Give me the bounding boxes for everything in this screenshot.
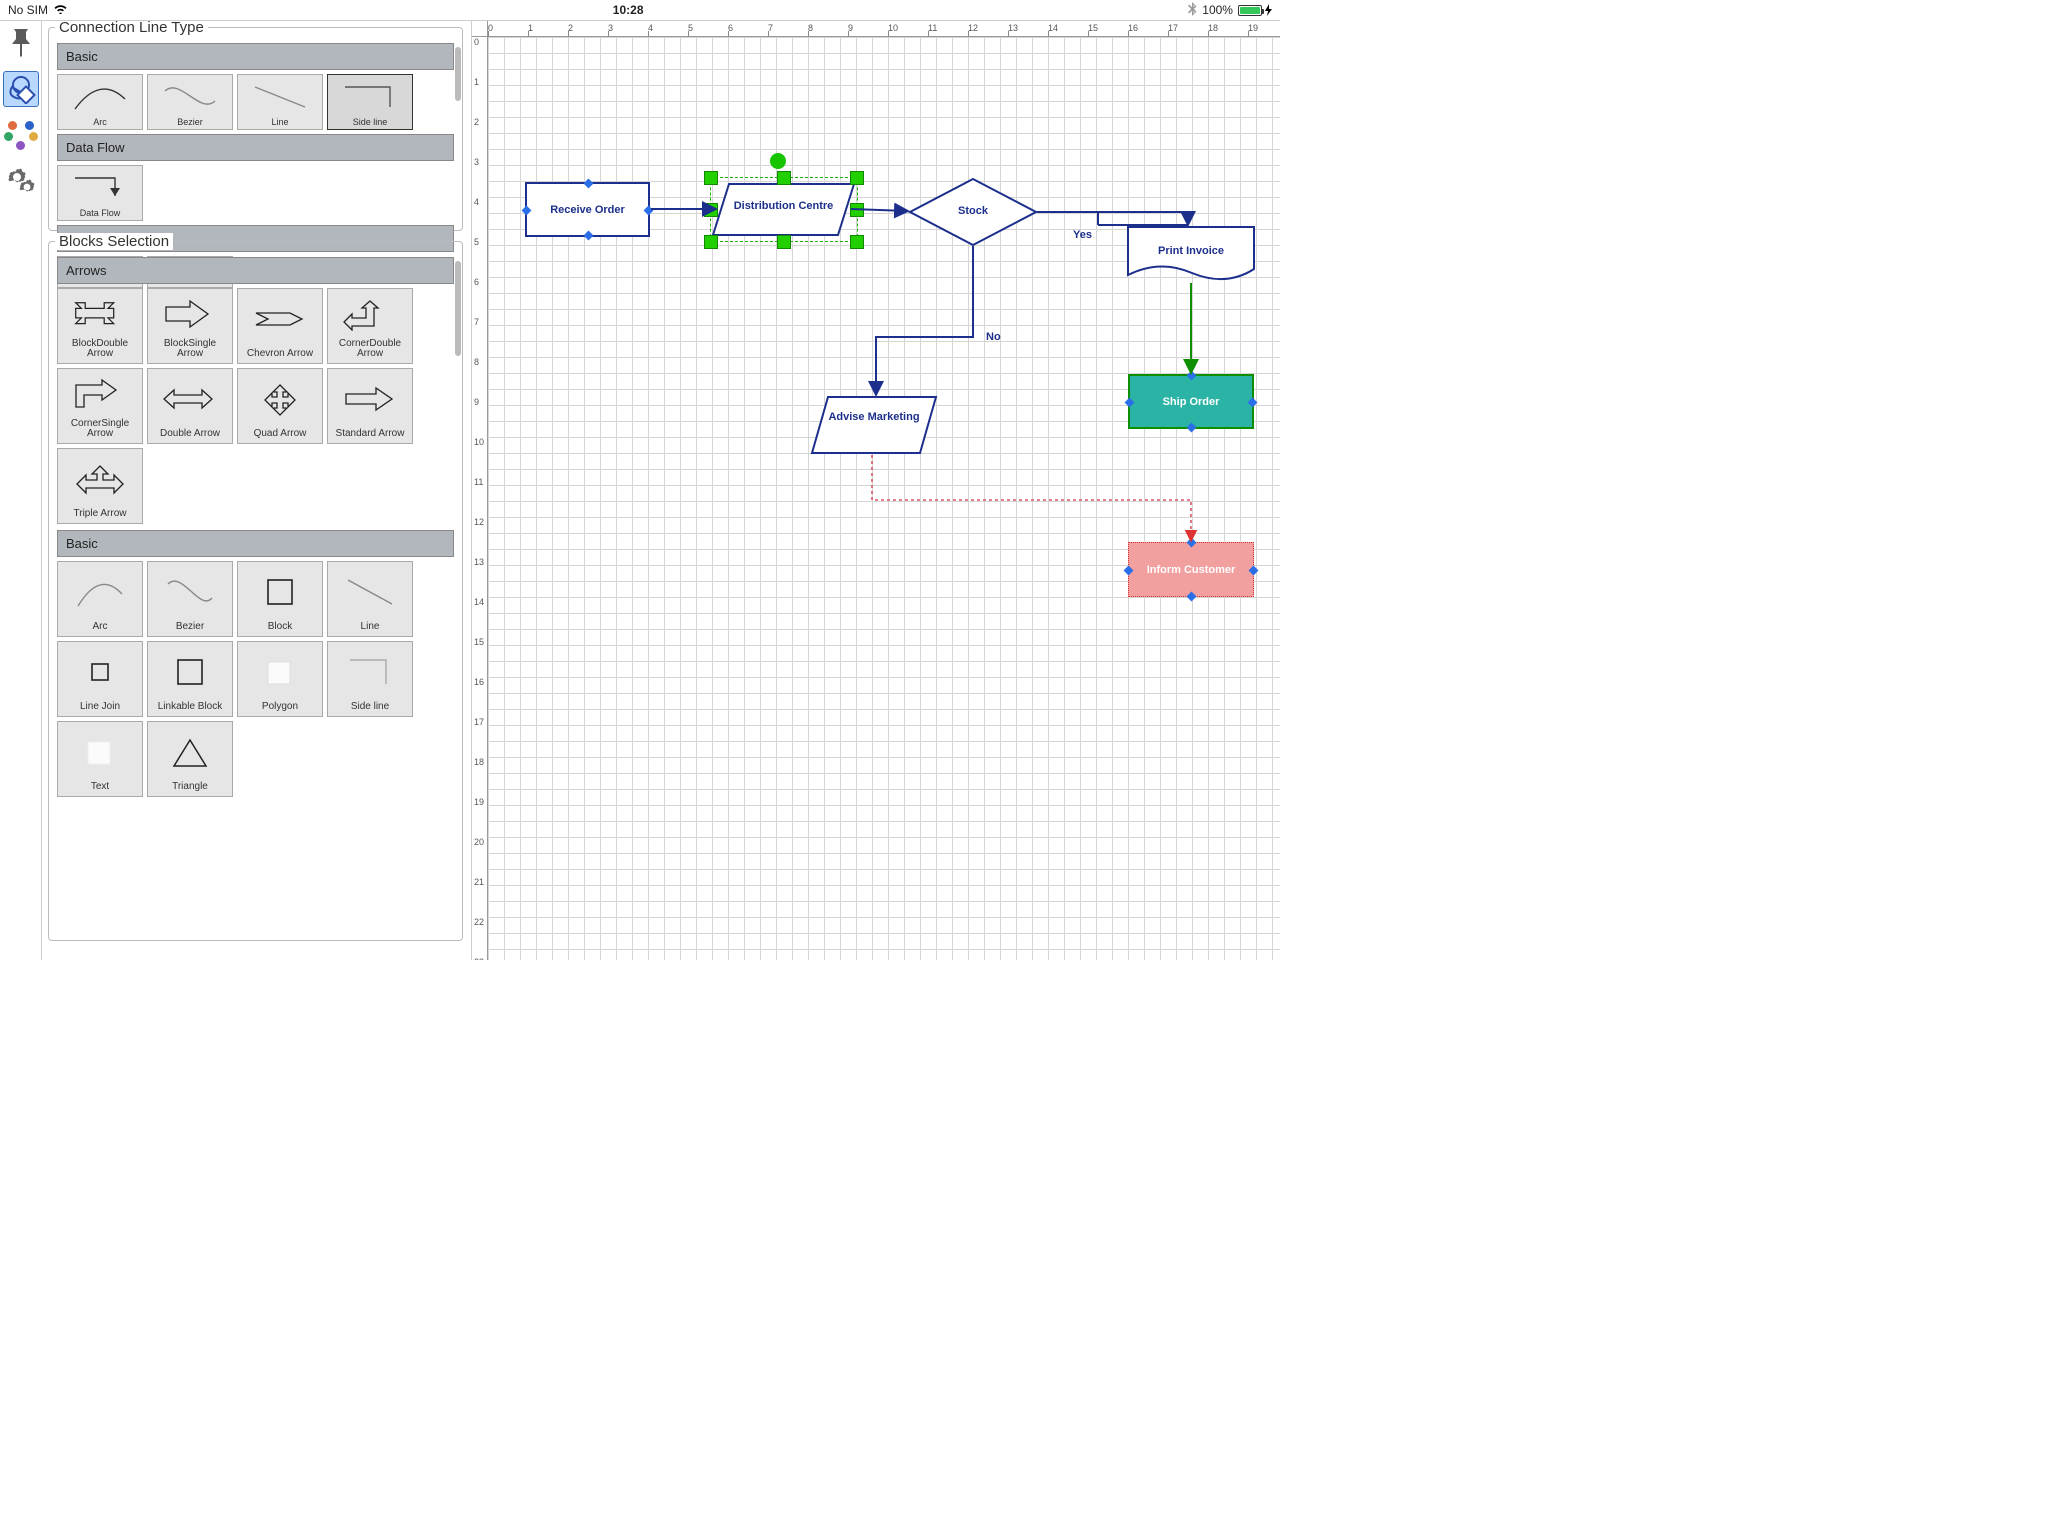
tile-cornersingle-arrow[interactable]: CornerSingle Arrow [57, 368, 143, 444]
tile-blockdouble-arrow[interactable]: BlockDouble Arrow [57, 288, 143, 364]
connection-panel: Connection Line Type Basic Arc Bezier Li… [48, 27, 463, 231]
ruler-tick: 23 [474, 957, 484, 960]
pin-tool[interactable] [3, 25, 39, 61]
battery-icon [1238, 4, 1272, 16]
tile-polygon[interactable]: Polygon [237, 641, 323, 717]
shapes-tool[interactable] [3, 71, 39, 107]
tile-line-join[interactable]: Line Join [57, 641, 143, 717]
ruler-tick: 7 [474, 317, 479, 327]
ruler-tick: 5 [474, 237, 479, 247]
ruler-tick: 12 [968, 23, 978, 33]
ruler-tick: 22 [474, 917, 484, 927]
ruler-tick: 10 [888, 23, 898, 33]
ruler-tick: 14 [474, 597, 484, 607]
ruler-tick: 13 [474, 557, 484, 567]
section-dataflow: Data Flow [57, 134, 454, 161]
tile-linkable-block[interactable]: Linkable Block [147, 641, 233, 717]
tile-arc[interactable]: Arc [57, 74, 143, 130]
scrollbar[interactable] [455, 261, 461, 356]
ruler-tick: 2 [474, 117, 479, 127]
ruler-tick: 6 [474, 277, 479, 287]
status-bar: No SIM 10:28 100% [0, 0, 1280, 20]
tile-standard-arrow[interactable]: Standard Arrow [327, 368, 413, 444]
toolbar [0, 21, 42, 960]
ruler-tick: 16 [1128, 23, 1138, 33]
ruler-tick: 8 [474, 357, 479, 367]
tile-bezier[interactable]: Bezier [147, 561, 233, 637]
colors-tool[interactable] [3, 117, 39, 153]
section-basic2: Basic [57, 530, 454, 557]
tile-sideline[interactable]: Side line [327, 74, 413, 130]
section-basic: Basic [57, 43, 454, 70]
tile-double-arrow[interactable]: Double Arrow [147, 368, 233, 444]
tile-dataflow[interactable]: Data Flow [57, 165, 143, 221]
ruler-tick: 11 [474, 477, 483, 487]
ruler-corner [472, 21, 488, 37]
tile-bezier[interactable]: Bezier [147, 74, 233, 130]
tile-text[interactable]: Text [57, 721, 143, 797]
ruler-tick: 17 [1168, 23, 1178, 33]
tile-line[interactable]: Line [237, 74, 323, 130]
ruler-tick: 13 [1008, 23, 1018, 33]
canvas-area[interactable]: 012345678910111213141516171819 012345678… [472, 21, 1280, 960]
tile-quad-arrow[interactable]: Quad Arrow [237, 368, 323, 444]
blocks-panel-title: Blocks Selection [55, 233, 173, 250]
ruler-tick: 17 [474, 717, 484, 727]
tile-chevron-arrow[interactable]: Chevron Arrow [237, 288, 323, 364]
ruler-tick: 19 [1248, 23, 1258, 33]
tile-block[interactable]: Block [237, 561, 323, 637]
ruler-tick: 3 [474, 157, 479, 167]
ruler-tick: 18 [1208, 23, 1218, 33]
tile-side-line[interactable]: Side line [327, 641, 413, 717]
tile-blocksingle-arrow[interactable]: BlockSingle Arrow [147, 288, 233, 364]
canvas[interactable]: Receive Order Distribution Centre [488, 37, 1280, 960]
blocks-panel: Blocks Selection Arrows BlockDouble Arro… [48, 241, 463, 941]
battery-pct: 100% [1202, 3, 1233, 17]
tile-triple-arrow[interactable]: Triple Arrow [57, 448, 143, 524]
wifi-icon [53, 3, 68, 17]
ruler-tick: 4 [474, 197, 479, 207]
carrier-text: No SIM [8, 3, 48, 17]
section-arrows: Arrows [57, 257, 454, 284]
tile-line[interactable]: Line [327, 561, 413, 637]
scrollbar[interactable] [455, 47, 461, 101]
ruler-tick: 15 [1088, 23, 1098, 33]
ruler-tick: 1 [474, 77, 479, 87]
tile-triangle[interactable]: Triangle [147, 721, 233, 797]
tile-arc[interactable]: Arc [57, 561, 143, 637]
palette-panel: Connection Line Type Basic Arc Bezier Li… [42, 21, 472, 960]
ruler-tick: 20 [474, 837, 484, 847]
ruler-tick: 11 [928, 23, 937, 33]
connectors [488, 37, 1280, 687]
ruler-tick: 12 [474, 517, 484, 527]
bluetooth-icon [1188, 2, 1197, 19]
ruler-tick: 15 [474, 637, 484, 647]
ruler-tick: 9 [474, 397, 479, 407]
ruler-tick: 21 [474, 877, 484, 887]
ruler-tick: 19 [474, 797, 484, 807]
ruler-tick: 18 [474, 757, 484, 767]
ruler-tick: 14 [1048, 23, 1058, 33]
tile-cornerdouble-arrow[interactable]: CornerDouble Arrow [327, 288, 413, 364]
ruler-vertical: 01234567891011121314151617181920212223 [472, 37, 488, 960]
settings-tool[interactable] [3, 163, 39, 199]
ruler-tick: 16 [474, 677, 484, 687]
ruler-tick: 0 [474, 37, 479, 47]
connection-panel-title: Connection Line Type [55, 21, 208, 36]
clock: 10:28 [613, 3, 644, 17]
ruler-horizontal: 012345678910111213141516171819 [488, 21, 1280, 37]
ruler-tick: 10 [474, 437, 484, 447]
